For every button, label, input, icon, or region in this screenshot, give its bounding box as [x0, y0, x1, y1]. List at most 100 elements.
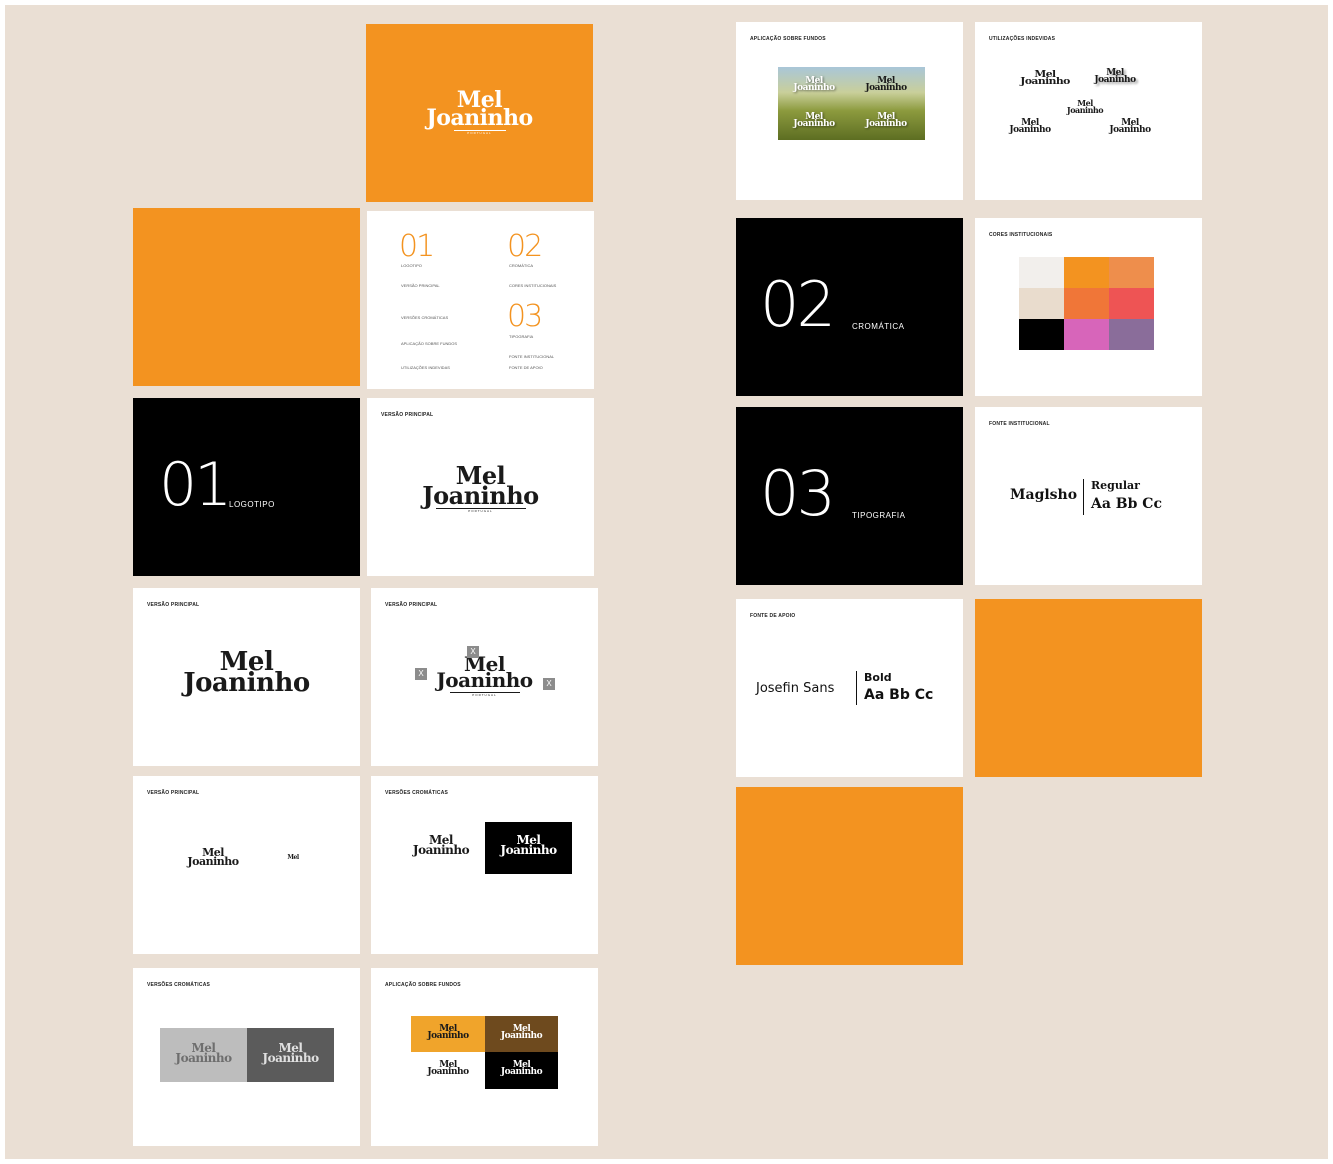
logo-on-black: Mel Joaninho	[485, 834, 572, 856]
logo-line2: Joaninho	[1094, 75, 1136, 86]
aplicacao-fundos-slide[interactable]: APLICAÇÃO SOBRE FUNDOS Mel Joaninho Mel …	[371, 968, 598, 1146]
logo-line2: Joaninho	[1066, 104, 1104, 115]
logo-line2: Joaninho	[187, 855, 239, 869]
logo-line2: Joaninho	[175, 1050, 232, 1065]
index-title-2: CROMÁTICA	[509, 263, 533, 268]
slide-title: CORES INSTITUCIONAIS	[989, 232, 1053, 238]
font-divider	[1083, 479, 1084, 515]
index-item[interactable]: UTILIZAÇÕES INDEVIDAS	[401, 365, 450, 370]
logo-on-white: Mel Joaninho	[411, 1060, 485, 1077]
logo-on-light-grey: Mel Joaninho	[160, 1042, 247, 1065]
font-divider	[856, 671, 857, 705]
logo-on-photo: Mel Joaninho	[856, 112, 916, 129]
color-swatch	[1109, 288, 1154, 319]
logo-line2: Joaninho	[427, 1031, 469, 1042]
slide-title: VERSÕES CROMÁTICAS	[385, 790, 449, 796]
color-swatch	[1019, 288, 1064, 319]
color-palette	[1019, 257, 1154, 350]
logo-line2: Joaninho	[262, 1050, 319, 1065]
clear-space-mark: X	[467, 646, 479, 658]
index-item[interactable]: VERSÃO PRINCIPAL	[401, 283, 440, 288]
slide-title: UTILIZAÇÕES INDEVIDAS	[989, 36, 1056, 42]
slide-title: APLICAÇÃO SOBRE FUNDOS	[750, 36, 826, 42]
orange-blank-slide[interactable]	[975, 599, 1202, 777]
logo-line2: Joaninho	[793, 83, 835, 94]
slide-title: VERSÃO PRINCIPAL	[381, 412, 434, 418]
slide-title: VERSÃO PRINCIPAL	[147, 790, 200, 796]
color-swatch	[1019, 257, 1064, 288]
logo-line2: Joaninho	[500, 1031, 543, 1042]
index-item[interactable]: VERSÕES CROMÁTICAS	[401, 315, 448, 320]
main-logo: Mel Joaninho PORTUGAL	[367, 464, 594, 513]
index-title-1: LOGOTIPO	[401, 263, 422, 268]
logo-line2: Joaninho	[793, 119, 835, 130]
main-logo: Mel Joaninho	[133, 649, 360, 699]
versao-principal-slide-2[interactable]: VERSÃO PRINCIPAL Mel Joaninho	[133, 588, 360, 766]
section-title: CROMÁTICA	[852, 322, 905, 331]
logo-line2: Joaninho	[1009, 125, 1051, 136]
slide-title: FONTE DE APOIO	[750, 613, 796, 619]
orange-blank-slide[interactable]	[133, 208, 360, 386]
font-name: Maglsho	[1010, 487, 1078, 503]
slide-title: VERSÃO PRINCIPAL	[147, 602, 200, 608]
logo-line2: Joaninho	[1020, 77, 1070, 88]
index-slide[interactable]: 01 LOGOTIPO 02 CROMÁTICA 03 TIPOGRAFIA V…	[367, 211, 594, 389]
cores-institucionais-slide[interactable]: CORES INSTITUCIONAIS	[975, 218, 1202, 396]
area-reserva-slide[interactable]: VERSÃO PRINCIPAL Mel Joaninho PORTUGAL X…	[371, 588, 598, 766]
color-swatch	[1109, 257, 1154, 288]
cover-slide[interactable]: Mel Joaninho PORTUGAL	[366, 24, 593, 202]
section-02-slide[interactable]: 02 CROMÁTICA	[736, 218, 963, 396]
logo-line2: Joaninho	[436, 668, 533, 693]
index-number-2: 02	[507, 229, 543, 264]
slide-title: VERSÃO PRINCIPAL	[385, 602, 438, 608]
index-number-1: 01	[399, 229, 435, 264]
logo-on-photo: Mel Joaninho	[784, 76, 844, 94]
logo-on-dark-grey: Mel Joaninho	[247, 1042, 334, 1065]
color-swatch	[1064, 288, 1109, 319]
logo-line2: Joaninho	[183, 668, 310, 699]
index-item[interactable]: FONTE INSTITUCIONAL	[509, 354, 554, 359]
cover-logo: Mel Joaninho PORTUGAL	[366, 89, 593, 135]
fonte-institucional-slide[interactable]: FONTE INSTITUCIONAL Maglsho Regular Aa B…	[975, 407, 1202, 585]
slide-title: VERSÕES CROMÁTICAS	[147, 982, 211, 988]
font-sample: Aa Bb Cc	[864, 687, 934, 703]
logo-on-brown: Mel Joaninho	[485, 1024, 558, 1042]
color-swatch	[1109, 319, 1154, 350]
reducao-slide[interactable]: VERSÃO PRINCIPAL Mel Joaninho Mel	[133, 776, 360, 954]
font-weight: Regular	[1091, 479, 1140, 492]
versoes-cromaticas-slide[interactable]: VERSÕES CROMÁTICAS Mel Joaninho Mel Joan…	[371, 776, 598, 954]
index-number-3: 03	[507, 299, 543, 334]
index-item[interactable]: CORES INSTITUCIONAIS	[509, 283, 556, 288]
slide-title: APLICAÇÃO SOBRE FUNDOS	[385, 982, 461, 988]
aplicacao-fundos-foto-slide[interactable]: APLICAÇÃO SOBRE FUNDOS Mel Joaninho Mel …	[736, 22, 963, 200]
logo-tagline: PORTUGAL	[449, 691, 520, 696]
page-background: Mel Joaninho PORTUGAL 01 LOGOTIPO 02 CRO…	[5, 5, 1328, 1159]
logo-on-white: Mel Joaninho	[401, 834, 481, 857]
logo-on-black: Mel Joaninho	[485, 1060, 558, 1078]
clear-space-mark: X	[543, 678, 555, 690]
main-logo: Mel Joaninho PORTUGAL	[371, 654, 598, 697]
index-item[interactable]: APLICAÇÃO SOBRE FUNDOS	[401, 341, 457, 346]
versao-principal-slide[interactable]: VERSÃO PRINCIPAL Mel Joaninho PORTUGAL	[367, 398, 594, 576]
index-item[interactable]: FONTE DE APOIO	[509, 365, 543, 370]
logo-line2: Joaninho	[865, 83, 907, 94]
logo-line1: Mel	[287, 854, 299, 861]
color-swatch	[1064, 319, 1109, 350]
fonte-apoio-slide[interactable]: FONTE DE APOIO Josefin Sans Bold Aa Bb C…	[736, 599, 963, 777]
section-03-slide[interactable]: 03 TIPOGRAFIA	[736, 407, 963, 585]
logo-line2: Joaninho	[412, 842, 470, 857]
font-weight: Bold	[864, 671, 892, 684]
font-sample: Aa Bb Cc	[1091, 496, 1162, 512]
section-number: 01	[159, 450, 232, 520]
slide-title: FONTE INSTITUCIONAL	[989, 421, 1050, 427]
misuse-shadow: Mel Joaninho	[1085, 68, 1145, 86]
versoes-cromaticas-grey-slide[interactable]: VERSÕES CROMÁTICAS Mel Joaninho Mel Joan…	[133, 968, 360, 1146]
utilizacoes-indevidas-slide[interactable]: UTILIZAÇÕES INDEVIDAS Mel Joaninho Mel J…	[975, 22, 1202, 200]
logo-line2: Joaninho	[500, 1067, 543, 1078]
section-01-slide[interactable]: 01 LOGOTIPO	[133, 398, 360, 576]
logo-on-photo: Mel Joaninho	[784, 112, 844, 130]
color-swatch	[1064, 257, 1109, 288]
logo-line2: Joaninho	[426, 105, 533, 132]
back-cover-slide[interactable]	[736, 787, 963, 965]
tiny-logo: Mel	[273, 854, 313, 861]
